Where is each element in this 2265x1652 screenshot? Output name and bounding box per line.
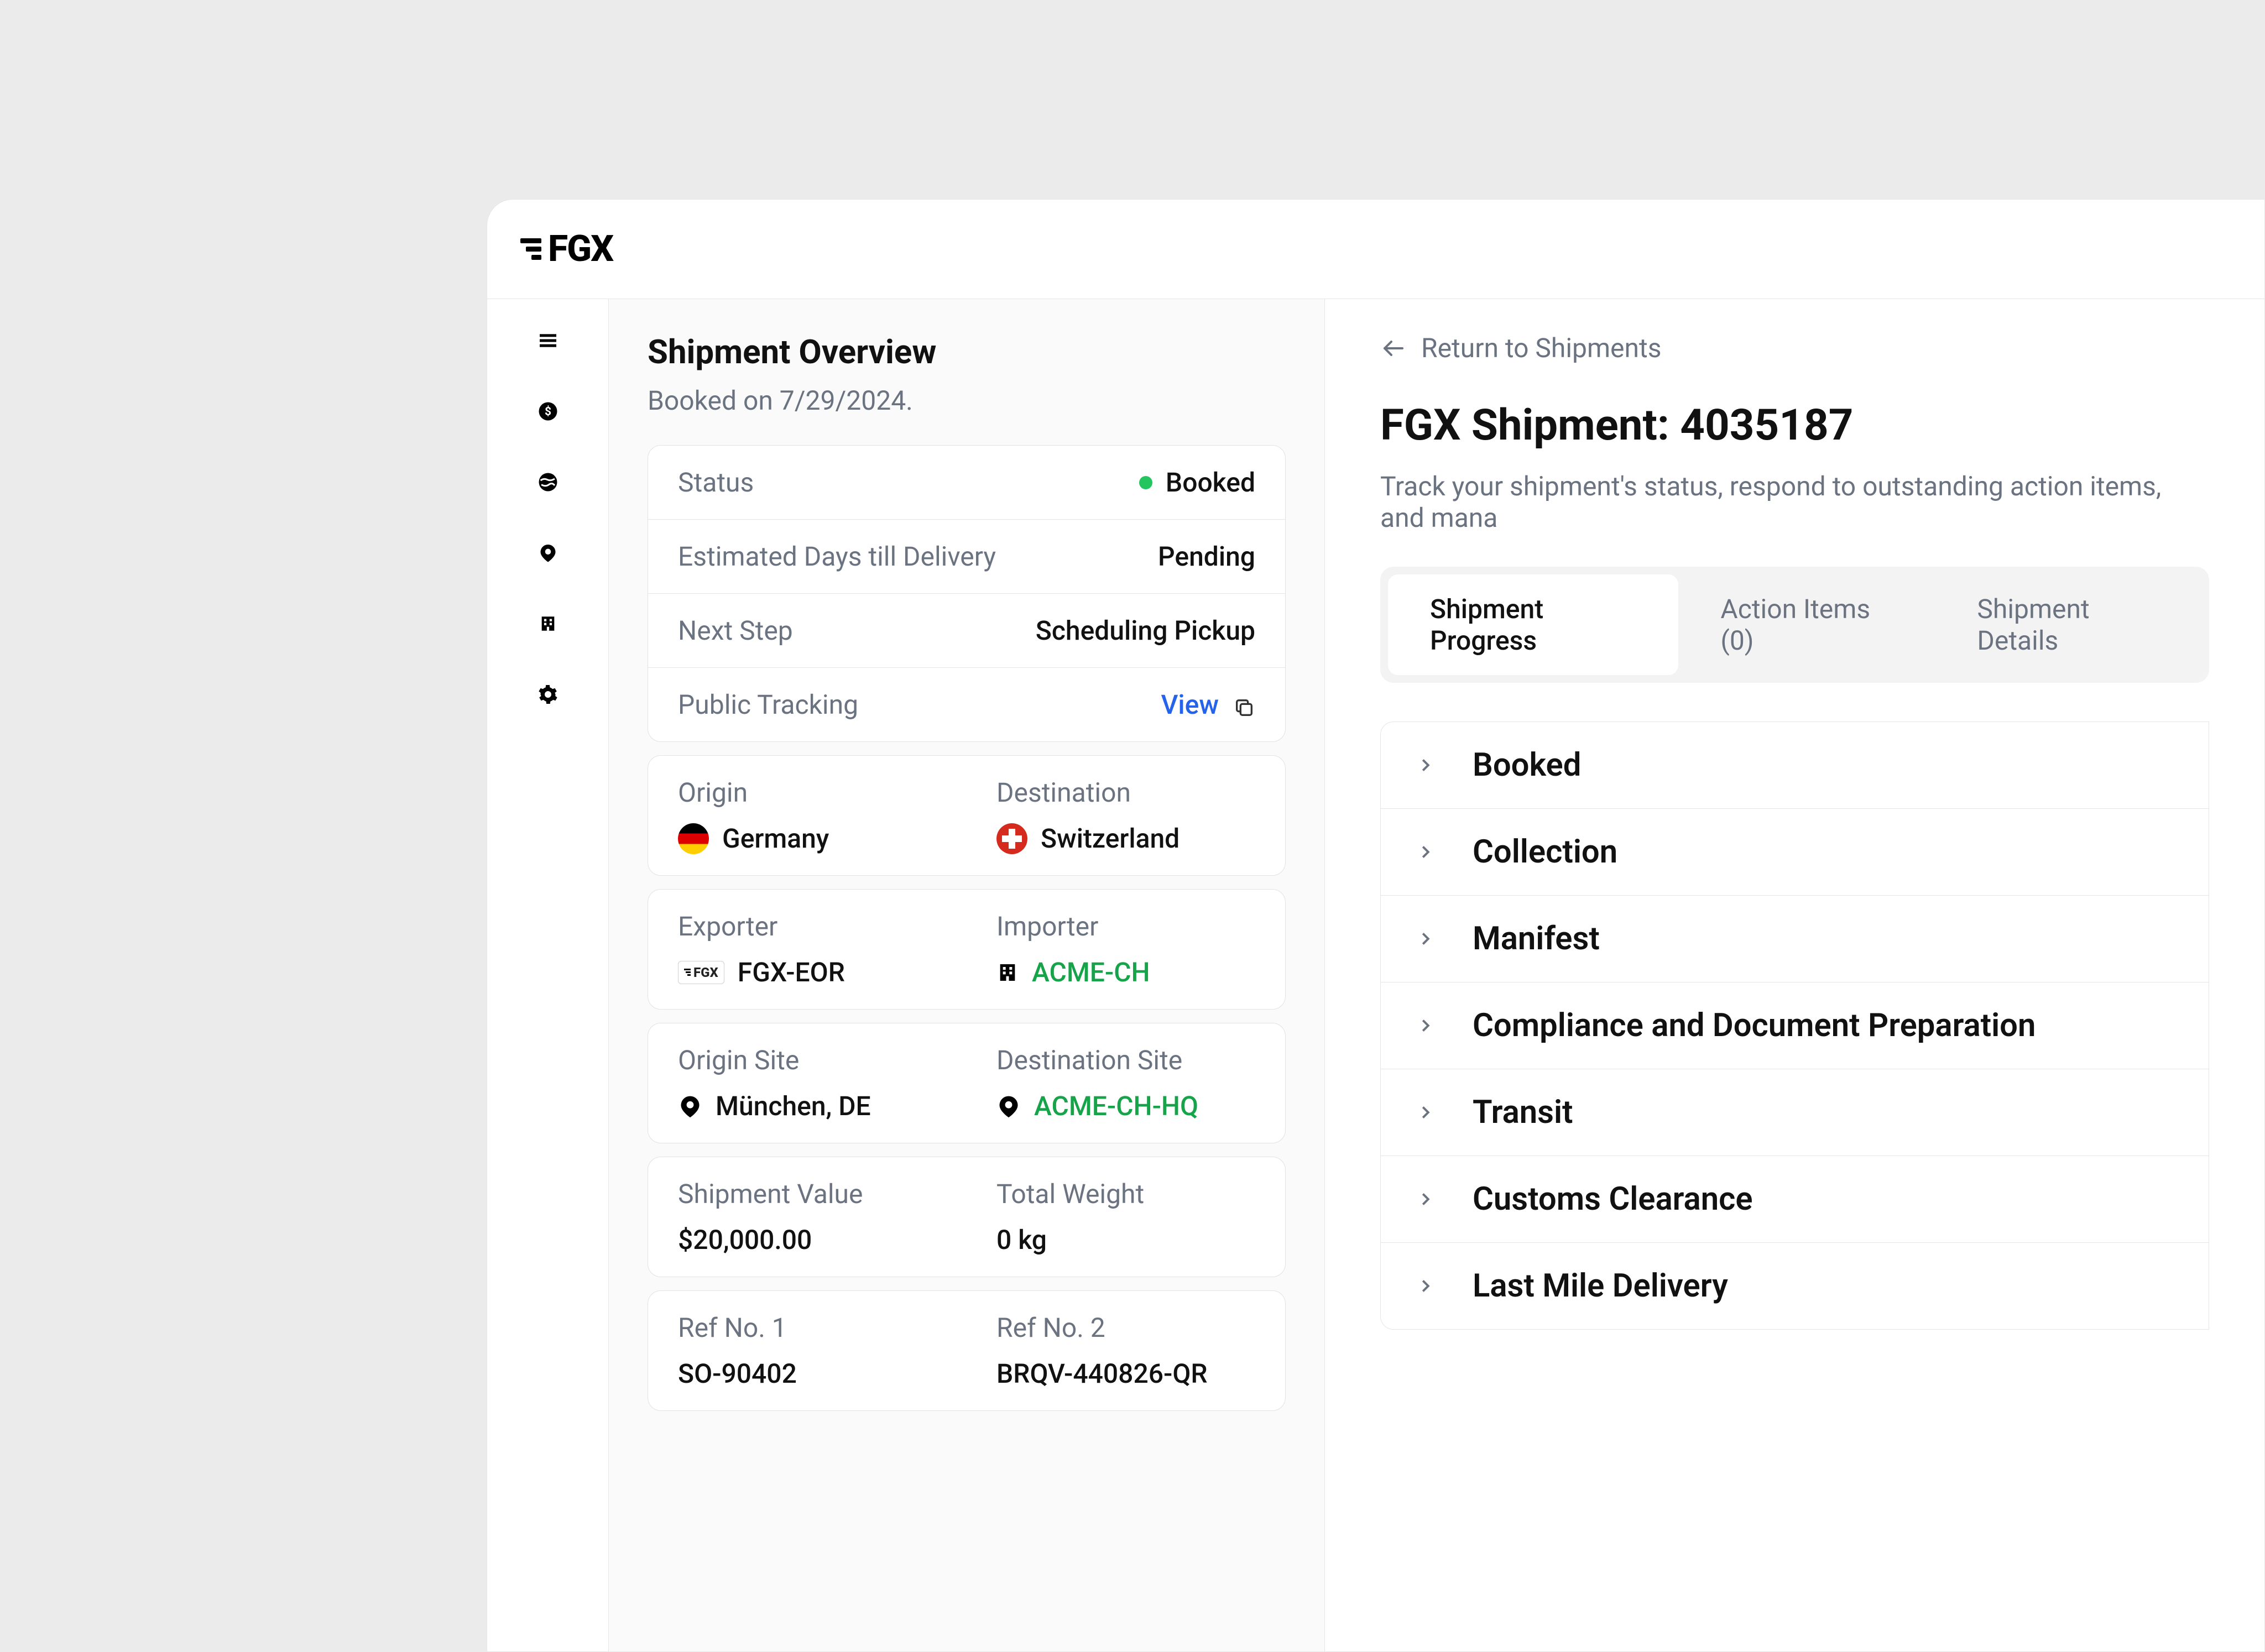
flag-germany-icon <box>678 823 709 854</box>
parties-card: Exporter FGX FGX-EOR Importer ACME-CH <box>648 889 1286 1010</box>
tab-shipment-details[interactable]: Shipment Details <box>1935 574 2201 675</box>
header: FGX <box>487 200 2264 299</box>
nav-billing-icon[interactable]: $ <box>537 400 559 422</box>
building-icon <box>996 961 1019 984</box>
status-dot-icon <box>1139 476 1152 489</box>
progress-manifest[interactable]: Manifest <box>1381 896 2209 982</box>
tracking-label: Public Tracking <box>678 689 858 720</box>
next-step-label: Next Step <box>678 615 793 646</box>
nav-company-icon[interactable] <box>537 613 559 635</box>
progress-lastmile[interactable]: Last Mile Delivery <box>1381 1243 2209 1329</box>
destination-site-value[interactable]: ACME-CH-HQ <box>996 1090 1255 1122</box>
importer-value[interactable]: ACME-CH <box>996 956 1255 988</box>
destination-label: Destination <box>996 777 1255 808</box>
progress-collection[interactable]: Collection <box>1381 809 2209 896</box>
page-description: Track your shipment's status, respond to… <box>1380 470 2209 534</box>
importer-label: Importer <box>996 911 1255 942</box>
nav-settings-icon[interactable] <box>537 683 559 705</box>
progress-compliance[interactable]: Compliance and Document Preparation <box>1381 982 2209 1069</box>
chevron-right-icon <box>1415 928 1436 949</box>
origin-value: Germany <box>678 823 937 854</box>
nav-menu-icon[interactable] <box>537 330 559 352</box>
chevron-right-icon <box>1415 1102 1436 1123</box>
svg-text:$: $ <box>544 405 551 419</box>
metrics-card: Shipment Value $20,000.00 Total Weight 0… <box>648 1157 1286 1277</box>
refs-card: Ref No. 1 SO-90402 Ref No. 2 BRQV-440826… <box>648 1290 1286 1411</box>
logo: FGX <box>520 228 613 270</box>
overview-panel: Shipment Overview Booked on 7/29/2024. S… <box>609 299 1325 1651</box>
arrow-left-icon <box>1380 335 1407 362</box>
tab-shipment-progress[interactable]: Shipment Progress <box>1388 574 1678 675</box>
origin-label: Origin <box>678 777 937 808</box>
status-value: Booked <box>1139 467 1255 498</box>
eta-value: Pending <box>1158 541 1255 572</box>
fgx-mini-logo-icon: FGX <box>678 961 724 984</box>
chevron-right-icon <box>1415 1275 1436 1296</box>
progress-customs[interactable]: Customs Clearance <box>1381 1156 2209 1243</box>
exporter-value: FGX FGX-EOR <box>678 956 937 988</box>
overview-subtitle: Booked on 7/29/2024. <box>648 385 1286 416</box>
logo-mark-icon <box>520 238 541 260</box>
next-step-value: Scheduling Pickup <box>1036 615 1255 646</box>
ref1-value: SO-90402 <box>678 1358 937 1389</box>
value-label: Shipment Value <box>678 1178 937 1210</box>
chevron-right-icon <box>1415 1015 1436 1036</box>
copy-icon[interactable] <box>1233 694 1255 716</box>
sidebar: $ <box>487 299 609 1651</box>
progress-booked[interactable]: Booked <box>1381 722 2209 809</box>
ref2-value: BRQV-440826-QR <box>996 1358 1255 1389</box>
origin-site-label: Origin Site <box>678 1044 937 1076</box>
weight-label: Total Weight <box>996 1178 1255 1210</box>
status-card: Status Booked Estimated Days till Delive… <box>648 445 1286 742</box>
chevron-right-icon <box>1415 841 1436 862</box>
eta-label: Estimated Days till Delivery <box>678 541 996 572</box>
progress-list: Booked Collection Manifest Compliance an… <box>1380 722 2209 1330</box>
pin-icon <box>996 1094 1021 1118</box>
overview-title: Shipment Overview <box>648 332 1286 372</box>
chevron-right-icon <box>1415 1189 1436 1210</box>
value-value: $20,000.00 <box>678 1224 937 1256</box>
main-panel: Return to Shipments FGX Shipment: 403518… <box>1325 299 2264 1651</box>
flag-switzerland-icon <box>996 823 1027 854</box>
ref1-label: Ref No. 1 <box>678 1312 937 1343</box>
return-link[interactable]: Return to Shipments <box>1380 332 2209 364</box>
logo-text: FGX <box>548 228 613 270</box>
progress-transit[interactable]: Transit <box>1381 1069 2209 1156</box>
ref2-label: Ref No. 2 <box>996 1312 1255 1343</box>
tracking-view-link[interactable]: View <box>1161 689 1255 720</box>
chevron-right-icon <box>1415 755 1436 776</box>
tabs: Shipment Progress Action Items (0) Shipm… <box>1380 567 2209 683</box>
status-label: Status <box>678 467 754 498</box>
exporter-label: Exporter <box>678 911 937 942</box>
origin-site-value: München, DE <box>678 1090 937 1122</box>
weight-value: 0 kg <box>996 1224 1255 1256</box>
app-frame: FGX $ Shipment Overview <box>487 199 2265 1652</box>
nav-globe-icon[interactable] <box>537 471 559 493</box>
route-card: Origin Germany Destination Switzerland <box>648 755 1286 876</box>
pin-icon <box>678 1094 702 1118</box>
destination-value: Switzerland <box>996 823 1255 854</box>
destination-site-label: Destination Site <box>996 1044 1255 1076</box>
page-title: FGX Shipment: 4035187 <box>1380 400 2209 451</box>
sites-card: Origin Site München, DE Destination Site <box>648 1023 1286 1143</box>
body: $ Shipment Overview Booked on 7/29/2024.… <box>487 299 2264 1651</box>
tab-action-items[interactable]: Action Items (0) <box>1678 574 1935 675</box>
nav-location-icon[interactable] <box>537 542 559 564</box>
